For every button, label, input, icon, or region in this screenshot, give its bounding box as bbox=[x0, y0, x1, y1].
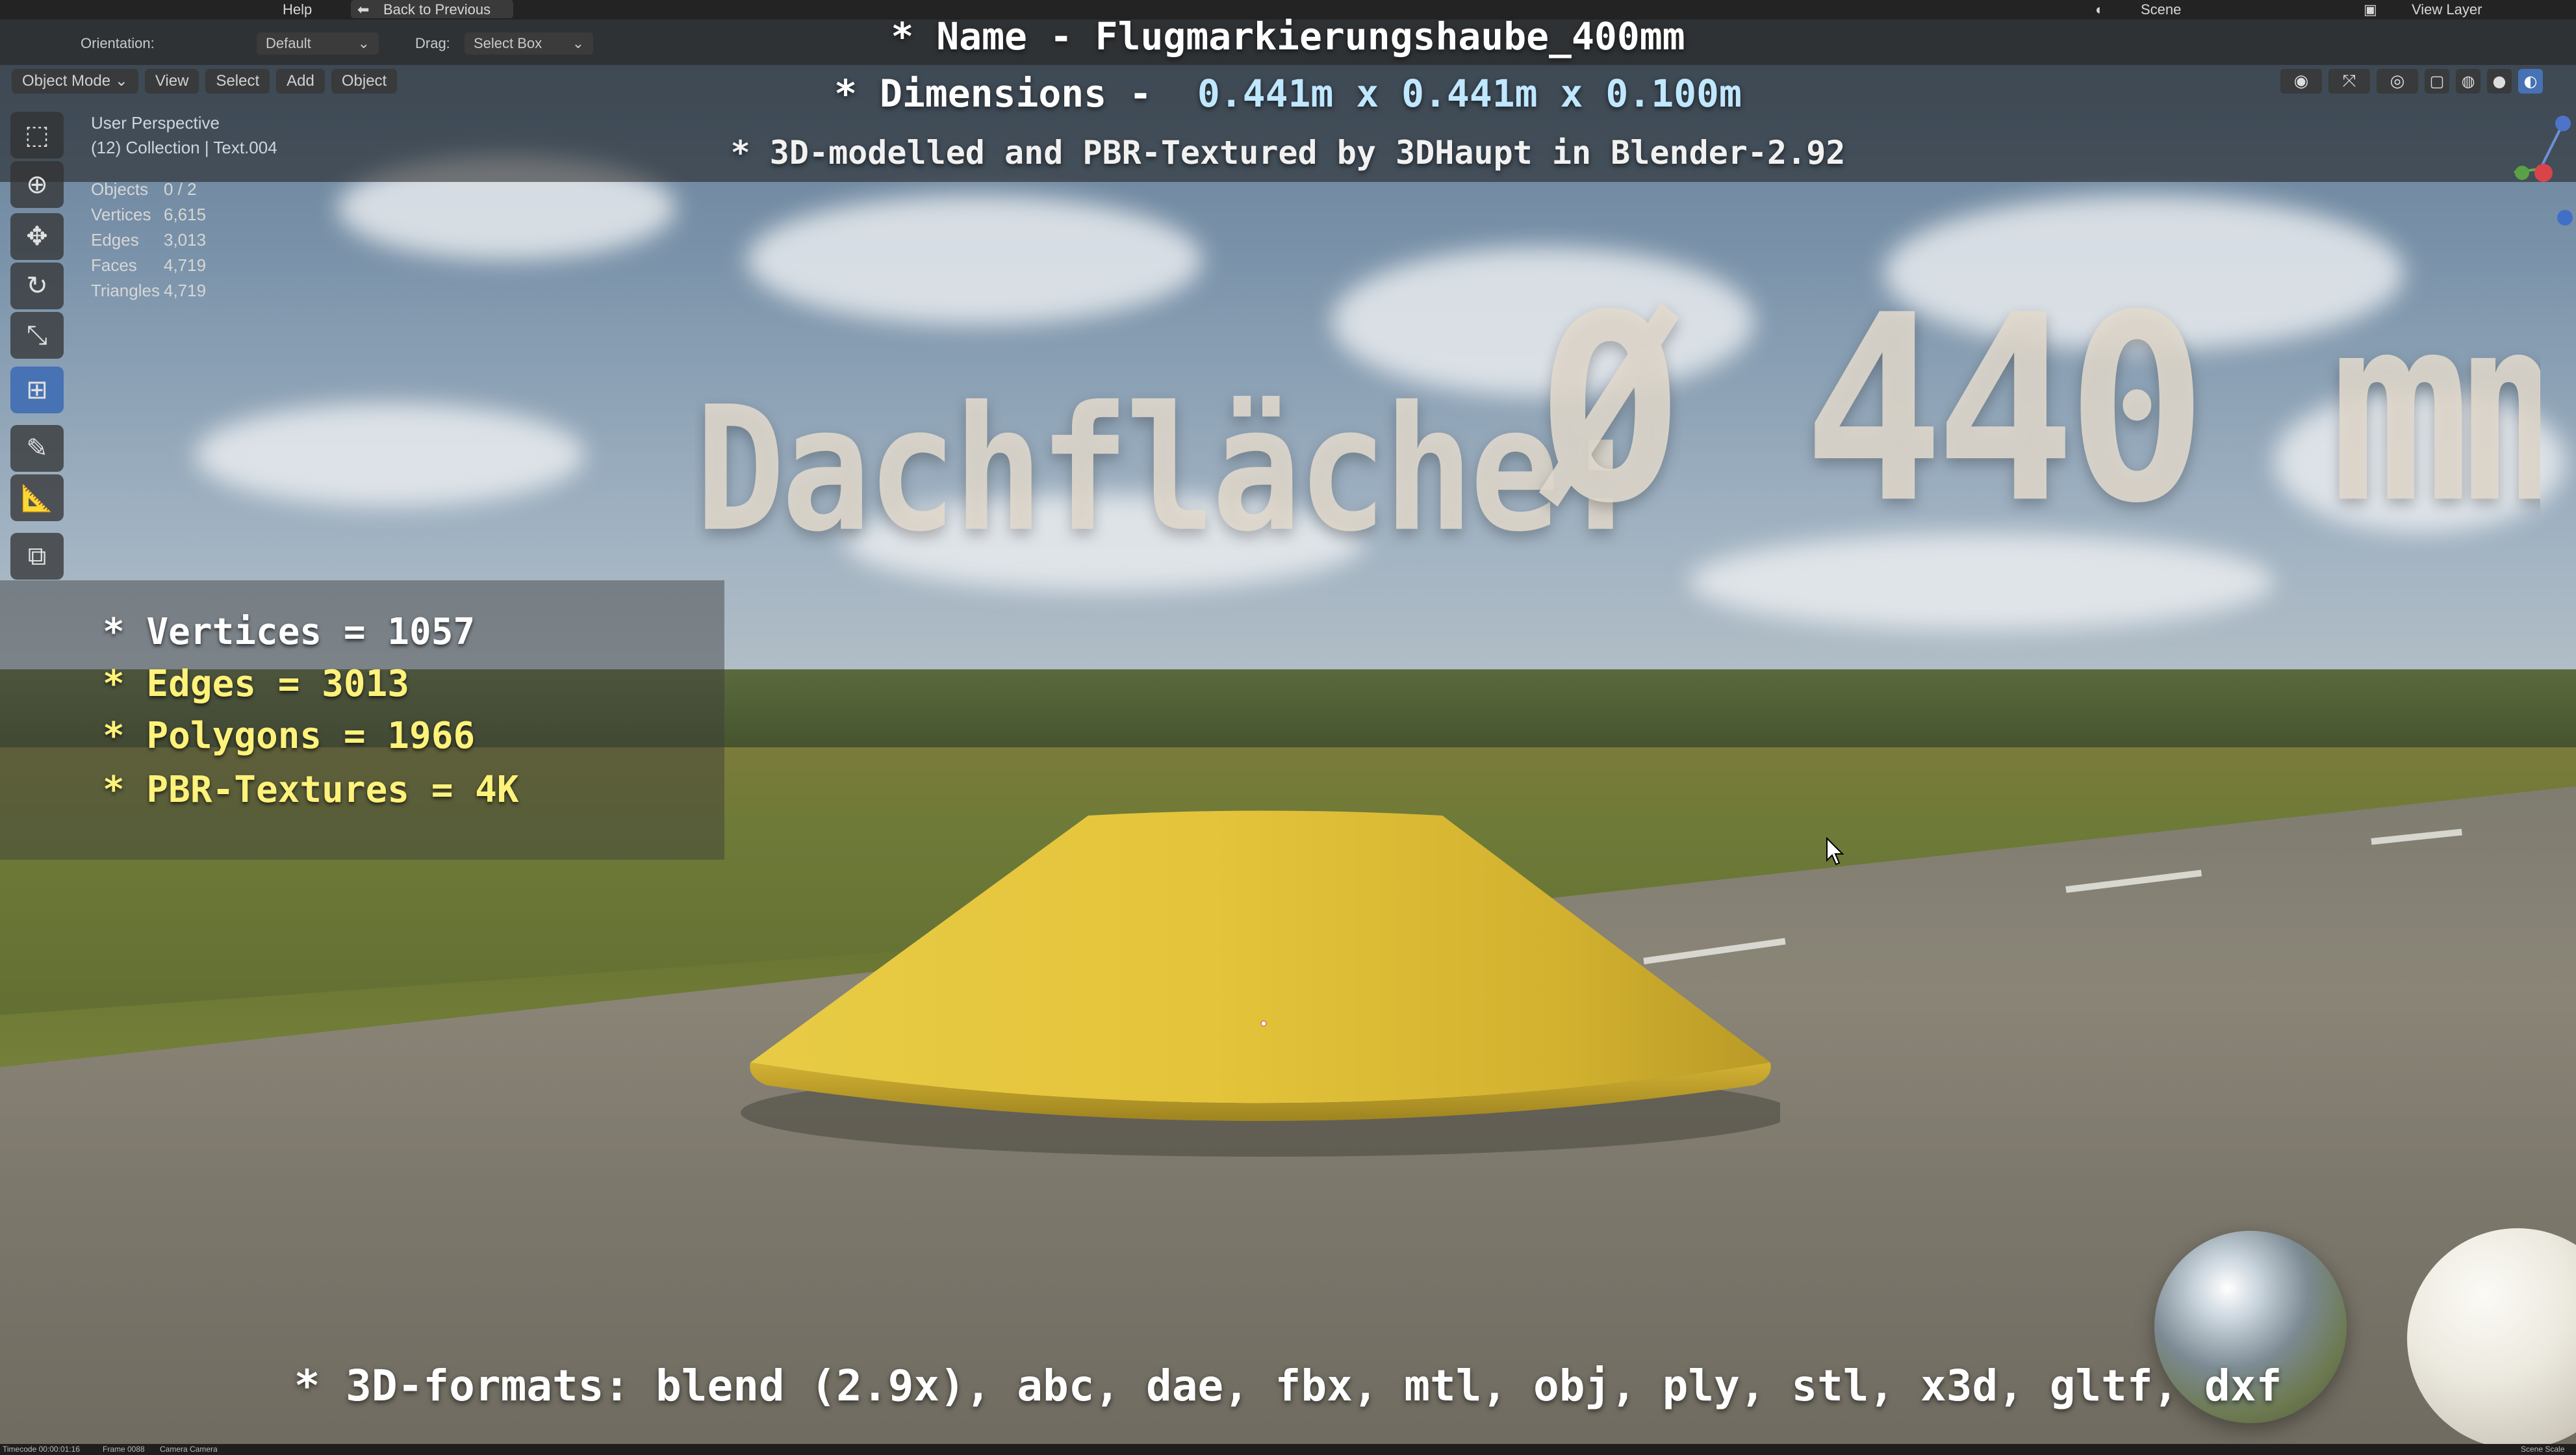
diameter-value: Ø 440 mm bbox=[1540, 260, 2540, 560]
scale-icon[interactable]: ⤡ bbox=[10, 312, 64, 359]
stat-row: Objects 0 / 2 bbox=[91, 179, 197, 200]
cloud bbox=[195, 403, 585, 507]
annotate-icon[interactable]: ✎ bbox=[10, 425, 64, 472]
stat-row: Vertices 6,615 bbox=[91, 205, 206, 225]
frame-label: Frame 0088 bbox=[103, 1445, 145, 1454]
status-bar: Timecode 00:00:01:16 Frame 0088 Camera C… bbox=[0, 1444, 2576, 1455]
edges-stat: * Edges = 3013 bbox=[103, 663, 410, 705]
stat-row: Triangles 4,719 bbox=[91, 281, 206, 301]
stat-key: Triangles bbox=[91, 281, 160, 300]
rotate-icon[interactable]: ↻ bbox=[10, 263, 64, 309]
transform-icon[interactable]: ⊞ bbox=[10, 367, 64, 413]
view-perspective-label: User Perspective bbox=[91, 113, 220, 133]
stat-key: Vertices bbox=[91, 205, 151, 224]
move-icon[interactable]: ✥ bbox=[10, 213, 64, 260]
stat-value: 4,719 bbox=[164, 255, 207, 275]
dimensions-prefix: * Dimensions - bbox=[834, 71, 1197, 116]
polygons-stat: * Polygons = 1966 bbox=[103, 715, 476, 757]
roof-area-label: Dachfläche: bbox=[695, 370, 1646, 571]
model-name-line: * Name - Flugmarkierungshaube_400mm bbox=[891, 14, 1685, 58]
add-cube-icon[interactable]: ⧉ bbox=[10, 533, 64, 580]
diameter-3d-text: Dachfläche: Ø 440 mm bbox=[695, 247, 2540, 611]
stat-row: Edges 3,013 bbox=[91, 230, 206, 250]
marker-cone-object[interactable] bbox=[741, 806, 1780, 1157]
textures-stat: * PBR-Textures = 4K bbox=[103, 769, 519, 811]
stat-key: Edges bbox=[91, 230, 139, 250]
stat-value: 4,719 bbox=[164, 281, 207, 300]
stat-value: 0 / 2 bbox=[164, 179, 197, 199]
scene-scale-label: Scene Scale bbox=[2521, 1445, 2565, 1454]
credit-line: * 3D-modelled and PBR-Textured by 3DHaup… bbox=[730, 134, 1846, 172]
stat-value: 6,615 bbox=[164, 205, 207, 224]
measure-icon[interactable]: 📐 bbox=[10, 474, 64, 521]
formats-line: * 3D-formats: blend (2.9x), abc, dae, fb… bbox=[294, 1361, 2282, 1411]
stat-value: 3,013 bbox=[164, 230, 207, 250]
camera-label: Camera Camera bbox=[160, 1445, 218, 1454]
dimensions-line: * Dimensions - 0.441m x 0.441m x 0.100m bbox=[0, 71, 2576, 116]
stat-key: Objects bbox=[91, 179, 149, 199]
timecode-label: Timecode 00:00:01:16 bbox=[3, 1445, 80, 1454]
mouse-cursor-icon bbox=[1826, 837, 1844, 866]
stat-key: Faces bbox=[91, 255, 137, 275]
dimensions-value: 0.441m x 0.441m x 0.100m bbox=[1197, 71, 1742, 116]
stat-row: Faces 4,719 bbox=[91, 255, 206, 276]
vertices-stat: * Vertices = 1057 bbox=[103, 611, 476, 653]
